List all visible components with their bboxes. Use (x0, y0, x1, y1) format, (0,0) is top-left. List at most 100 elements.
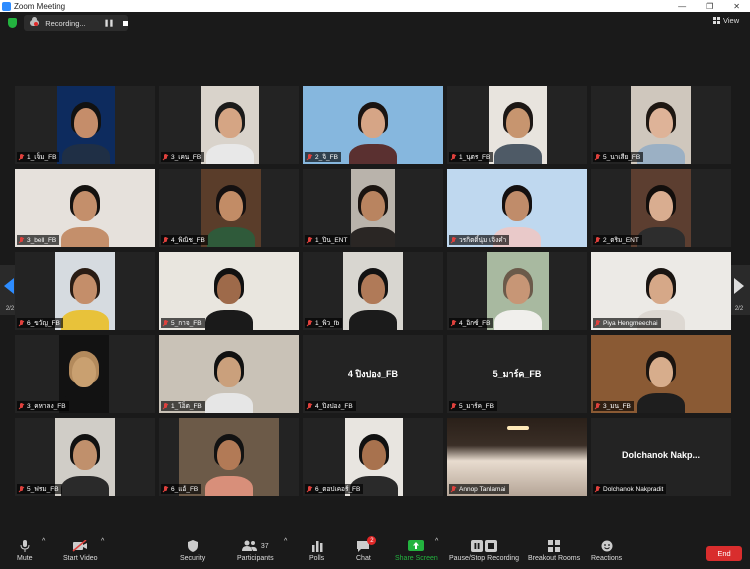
participant-name-label: 5_มาร์ค_FB (449, 401, 497, 411)
participant-name-label: 4_ปิงปอง_FB (305, 401, 356, 411)
participant-tile[interactable]: 5_มาร์ค_FB 5_มาร์ค_FB (447, 335, 587, 413)
participant-tile[interactable]: 2_ตริม_ENT (591, 169, 731, 247)
participant-name: Piya Hengmeechai (603, 319, 658, 327)
share-options-caret[interactable]: ^ (435, 538, 438, 545)
stop-recording-icon[interactable] (123, 20, 128, 26)
participant-face (649, 191, 673, 221)
participant-face (362, 440, 386, 470)
participant-tile[interactable]: 5_ฟรม_FB (15, 418, 155, 496)
encryption-shield-icon[interactable] (8, 18, 17, 28)
mic-muted-icon (163, 319, 168, 327)
participant-display-name: Dolchanok Nakp... (621, 450, 701, 460)
start-video-button[interactable]: Start Video (63, 540, 98, 562)
window-controls: — ❐ ✕ (678, 2, 740, 11)
participant-name: Dolchanok Nakpradit (603, 485, 664, 493)
breakout-rooms-icon (548, 540, 561, 552)
participant-name-label: 1_นุตร_FB (449, 152, 494, 162)
reactions-button[interactable]: Reactions (591, 540, 622, 562)
participant-tile[interactable]: Annop Tanlamai (447, 418, 587, 496)
mic-muted-icon (595, 153, 600, 161)
participant-video (55, 252, 115, 330)
participant-name: 3_คหาลง_FB (27, 403, 66, 410)
share-screen-button[interactable]: Share Screen (395, 540, 438, 562)
participant-face (73, 440, 97, 470)
participant-name-label: 4_อิกซ์_FB (449, 318, 494, 328)
participant-name: 1_โอ็ต_FB (171, 403, 202, 410)
mute-label: Mute (17, 555, 33, 562)
participant-tile[interactable]: 3_เคน_FB (159, 86, 299, 164)
participants-options-caret[interactable]: ^ (284, 538, 287, 545)
participant-tile[interactable]: 6_แอ้_FB (159, 418, 299, 496)
participant-tile[interactable]: 2_จิ_FB (303, 86, 443, 164)
record-dot-icon (34, 22, 38, 26)
participant-tile[interactable]: 1_เจ็ม_FB (15, 86, 155, 164)
minimize-icon[interactable]: — (678, 2, 686, 11)
meeting-topbar: Recording... ❚❚ View (0, 12, 750, 34)
participant-face (217, 274, 241, 304)
participant-name-label: 3_bell_FB (17, 235, 60, 245)
participant-name-label: 6_ขวัญ_FB (17, 318, 63, 328)
mic-muted-icon (451, 402, 456, 410)
pause-recording-icon[interactable]: ❚❚ (104, 19, 115, 27)
recording-indicator: Recording... ❚❚ (24, 15, 128, 31)
participant-name-label: 2_ตริม_ENT (593, 235, 642, 245)
participant-video (343, 252, 403, 330)
mic-muted-icon (451, 236, 456, 244)
breakout-rooms-button[interactable]: Breakout Rooms (528, 540, 580, 562)
mic-muted-icon (595, 485, 600, 493)
participant-tile[interactable]: 3_มน_FB (591, 335, 731, 413)
participant-body (61, 476, 109, 496)
end-meeting-button[interactable]: End (706, 546, 742, 561)
video-options-caret[interactable]: ^ (101, 538, 104, 545)
pause-stop-recording-button[interactable]: Pause/Stop Recording (449, 540, 519, 562)
participant-tile[interactable]: 4 ปิงปอง_FB 4_ปิงปอง_FB (303, 335, 443, 413)
maximize-icon[interactable]: ❐ (706, 2, 713, 11)
participant-tile[interactable]: 1_ปิน_ENT (303, 169, 443, 247)
mic-muted-icon (307, 485, 312, 493)
participant-face (72, 357, 96, 387)
participant-name-label: 4_พิณิช_FB (161, 235, 208, 245)
participant-video (55, 418, 115, 496)
participant-body (205, 476, 253, 496)
participant-tile[interactable]: 6_ตอปเคอร์_FB (303, 418, 443, 496)
participant-face (361, 108, 385, 138)
participant-tile[interactable]: Piya Hengmeechai (591, 252, 731, 330)
close-icon[interactable]: ✕ (733, 2, 740, 11)
participant-tile[interactable]: 3_คหาลง_FB (15, 335, 155, 413)
mute-options-caret[interactable]: ^ (42, 538, 45, 545)
security-button[interactable]: Security (180, 540, 205, 562)
view-button[interactable]: View (713, 16, 739, 25)
participant-face (506, 274, 530, 304)
participants-button[interactable]: 37 Participants (237, 540, 274, 562)
participant-name-label: Piya Hengmeechai (593, 318, 661, 328)
mic-muted-icon (595, 236, 600, 244)
participant-tile[interactable]: 4_อิกซ์_FB (447, 252, 587, 330)
participant-tile[interactable]: 1_นุตร_FB (447, 86, 587, 164)
participant-face (74, 108, 98, 138)
participant-tile[interactable]: 1_โอ็ต_FB (159, 335, 299, 413)
participant-name-label: 6_ตอปเคอร์_FB (305, 484, 364, 494)
participant-tile[interactable]: 1_พิว_fb (303, 252, 443, 330)
participant-body (637, 144, 685, 164)
participant-tile[interactable]: 4_พิณิช_FB (159, 169, 299, 247)
chat-button[interactable]: 2 Chat (356, 536, 377, 562)
participant-tile[interactable]: Dolchanok Nakp... Dolchanok Nakpradit (591, 418, 731, 496)
shield-icon (187, 540, 198, 552)
mic-muted-icon (19, 153, 24, 161)
participant-face (218, 108, 242, 138)
participant-tile[interactable]: 5_กาจ_FB (159, 252, 299, 330)
mute-button[interactable]: Mute (17, 540, 33, 562)
mic-muted-icon (163, 153, 168, 161)
participant-name-label: Dolchanok Nakpradit (593, 484, 667, 494)
breakout-rooms-label: Breakout Rooms (528, 555, 581, 562)
participant-body (62, 144, 110, 164)
participant-video (487, 252, 549, 330)
participant-tile[interactable]: 5_นาเสีย_FB (591, 86, 731, 164)
participant-name-label: 2_จิ_FB (305, 152, 341, 162)
participant-name-label: 3_มน_FB (593, 401, 634, 411)
mic-muted-icon (451, 153, 456, 161)
participant-tile[interactable]: 3_bell_FB (15, 169, 155, 247)
participant-tile[interactable]: 6_ขวัญ_FB (15, 252, 155, 330)
polls-button[interactable]: Polls (309, 540, 324, 562)
participant-tile[interactable]: วรกิตติ์นุ่ม เจิงคำ (447, 169, 587, 247)
